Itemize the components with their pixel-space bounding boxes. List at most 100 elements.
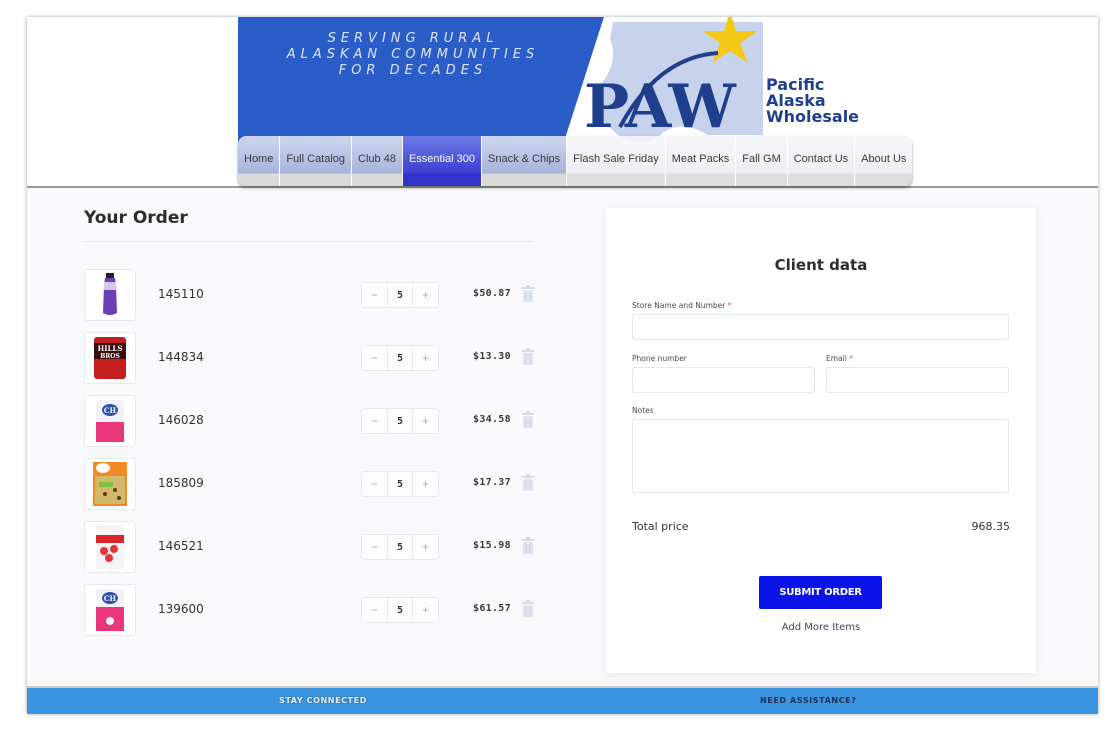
order-item: HILLS BROS 144834 − 5 + $13.30 xyxy=(84,332,554,395)
notes-label-text: Notes xyxy=(632,406,654,415)
increase-qty-button[interactable]: + xyxy=(413,472,438,496)
store-name-input[interactable] xyxy=(632,314,1009,340)
pasta-box-icon xyxy=(93,462,127,506)
trash-icon[interactable] xyxy=(521,474,535,492)
item-price: $50.87 xyxy=(473,288,511,299)
order-list: 145110 − 5 + $50.87 HILLS BROS 144834 − … xyxy=(84,269,554,647)
product-thumbnail[interactable]: HILLS BROS xyxy=(84,332,136,384)
decrease-qty-button[interactable]: − xyxy=(362,535,387,559)
quantity-value[interactable]: 5 xyxy=(386,472,414,496)
add-more-items-link[interactable]: Add More Items xyxy=(606,622,1036,633)
notes-label: Notes xyxy=(632,406,654,415)
nav-item-full-catalog[interactable]: Full Catalog xyxy=(280,136,353,186)
nav-item-essential-300[interactable]: Essential 300 xyxy=(402,136,483,186)
tagline-line: ALASKAN COMMUNITIES xyxy=(286,47,540,62)
quantity-stepper: − 5 + xyxy=(361,345,439,371)
svg-text:CH: CH xyxy=(104,594,117,603)
nav-item-contact-us[interactable]: Contact Us xyxy=(787,136,856,186)
quantity-stepper: − 5 + xyxy=(361,282,439,308)
phone-input[interactable] xyxy=(632,367,815,393)
main-nav: Home Full Catalog Club 48 Essential 300 … xyxy=(238,136,913,186)
nav-item-about-us[interactable]: About Us xyxy=(855,136,913,186)
nav-item-flash-sale-friday[interactable]: Flash Sale Friday xyxy=(567,136,666,186)
nav-item-meat-packs[interactable]: Meat Packs xyxy=(665,136,737,186)
item-price: $34.58 xyxy=(473,414,511,425)
order-item: CH 139600 − 5 + $61.57 xyxy=(84,584,554,647)
product-thumbnail[interactable]: CH xyxy=(84,395,136,447)
quantity-value[interactable]: 5 xyxy=(386,346,414,370)
nav-item-fall-gm[interactable]: Fall GM xyxy=(736,136,788,186)
decrease-qty-button[interactable]: − xyxy=(362,409,387,433)
nav-item-snack-chips[interactable]: Snack & Chips xyxy=(482,136,568,186)
tagline-line: SERVING RURAL xyxy=(327,31,499,46)
order-divider xyxy=(84,241,534,242)
quantity-stepper: − 5 + xyxy=(361,471,439,497)
svg-text:BROS: BROS xyxy=(100,353,120,360)
quantity-value[interactable]: 5 xyxy=(386,535,414,559)
email-label: Email * xyxy=(826,354,853,363)
trash-icon[interactable] xyxy=(521,411,535,429)
header-tagline: SERVING RURAL ALASKAN COMMUNITIES FOR DE… xyxy=(238,31,588,79)
trash-icon[interactable] xyxy=(521,600,535,618)
product-thumbnail[interactable] xyxy=(84,269,136,321)
decrease-qty-button[interactable]: − xyxy=(362,472,387,496)
decrease-qty-button[interactable]: − xyxy=(362,346,387,370)
submit-order-button[interactable]: SUBMIT ORDER xyxy=(759,576,882,609)
nav-item-club-48[interactable]: Club 48 xyxy=(352,136,403,186)
item-price: $13.30 xyxy=(473,351,511,362)
store-label: Store Name and Number * xyxy=(632,301,731,310)
decrease-qty-button[interactable]: − xyxy=(362,283,387,307)
item-sku: 144834 xyxy=(158,350,204,364)
nav-item-home[interactable]: Home xyxy=(238,136,281,186)
item-sku: 146521 xyxy=(158,539,204,553)
increase-qty-button[interactable]: + xyxy=(413,598,438,622)
trash-icon[interactable] xyxy=(521,285,535,303)
trash-icon[interactable] xyxy=(521,537,535,555)
footer-need-assistance: NEED ASSISTANCE? xyxy=(760,696,857,705)
increase-qty-button[interactable]: + xyxy=(413,283,438,307)
item-price: $61.57 xyxy=(473,603,511,614)
email-input[interactable] xyxy=(826,367,1009,393)
notes-textarea[interactable] xyxy=(632,419,1009,493)
coffee-can-icon: HILLS BROS xyxy=(94,337,126,379)
client-data-card: Client data Store Name and Number * Phon… xyxy=(606,208,1036,673)
page-frame: PAW SERVING RURAL ALASKAN COMMUNITIES FO… xyxy=(27,17,1098,714)
quantity-value[interactable]: 5 xyxy=(386,283,414,307)
sugar-bag-icon: CH xyxy=(96,400,124,442)
svg-text:CH: CH xyxy=(104,406,117,415)
tagline-line: FOR DECADES xyxy=(338,63,488,78)
logo-monogram: PAW xyxy=(584,72,737,142)
required-marker: * xyxy=(849,354,853,363)
strawberries-bag-icon xyxy=(96,525,124,569)
phone-label: Phone number xyxy=(632,354,687,363)
quantity-stepper: − 5 + xyxy=(361,597,439,623)
trash-icon[interactable] xyxy=(521,348,535,366)
logo-wordmark[interactable]: Pacific Alaska Wholesale xyxy=(766,77,859,125)
site-footer: STAY CONNECTED NEED ASSISTANCE? xyxy=(27,686,1098,714)
sugar-bag-icon: CH xyxy=(96,589,124,631)
total-price-value: 968.35 xyxy=(971,520,1011,533)
order-title: Your Order xyxy=(84,208,188,228)
order-item: 185809 − 5 + $17.37 xyxy=(84,458,554,521)
product-thumbnail[interactable]: CH xyxy=(84,584,136,636)
item-sku: 139600 xyxy=(158,602,204,616)
increase-qty-button[interactable]: + xyxy=(413,409,438,433)
order-item: CH 146028 − 5 + $34.58 xyxy=(84,395,554,458)
increase-qty-button[interactable]: + xyxy=(413,535,438,559)
quantity-value[interactable]: 5 xyxy=(386,409,414,433)
footer-stay-connected: STAY CONNECTED xyxy=(279,696,367,705)
logo-word: Wholesale xyxy=(766,107,860,126)
item-price: $15.98 xyxy=(473,540,511,551)
product-thumbnail[interactable] xyxy=(84,458,136,510)
svg-text:HILLS: HILLS xyxy=(98,344,123,353)
quantity-value[interactable]: 5 xyxy=(386,598,414,622)
order-item: 146521 − 5 + $15.98 xyxy=(84,521,554,584)
item-price: $17.37 xyxy=(473,477,511,488)
product-thumbnail[interactable] xyxy=(84,521,136,573)
total-price-label: Total price xyxy=(632,520,689,533)
item-sku: 185809 xyxy=(158,476,204,490)
decrease-qty-button[interactable]: − xyxy=(362,598,387,622)
phone-label-text: Phone number xyxy=(632,354,687,363)
increase-qty-button[interactable]: + xyxy=(413,346,438,370)
quantity-stepper: − 5 + xyxy=(361,534,439,560)
